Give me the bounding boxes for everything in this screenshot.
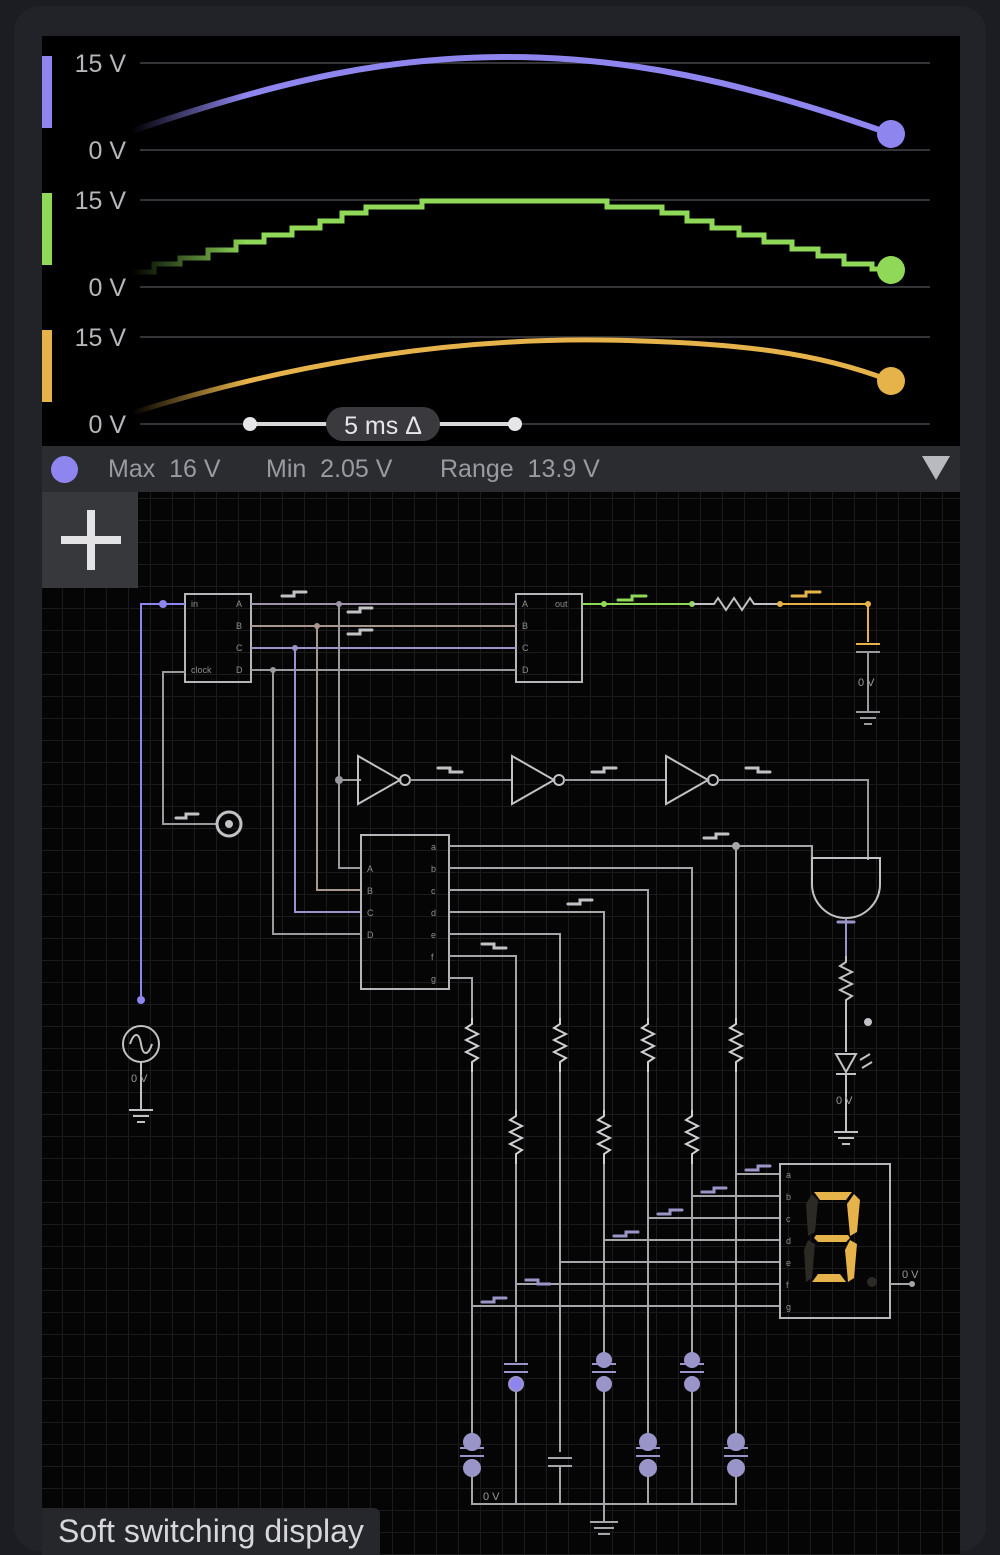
plus-icon-vertical — [87, 510, 95, 570]
stat-range: Range 13.9 V — [440, 455, 600, 483]
channel-2-probe-dot[interactable] — [877, 256, 905, 284]
decoder-out-b: b — [431, 864, 436, 874]
ch2-top-label: 15 V — [75, 187, 127, 215]
ground-bus — [471, 1392, 737, 1535]
decoder-out-d: d — [431, 908, 436, 918]
channel-2-trace — [132, 198, 891, 275]
ground-label-dac: 0 V — [858, 677, 875, 689]
counter-c-label: C — [236, 643, 243, 653]
counter-a-label: A — [236, 599, 242, 609]
dac-b-label: B — [522, 621, 528, 631]
display-in-g: g — [786, 1302, 791, 1312]
collapse-triangle-icon[interactable] — [922, 456, 950, 480]
dac-d-label: D — [522, 665, 529, 675]
decoder-in-a: A — [367, 864, 373, 874]
decoder-out-g: g — [431, 974, 436, 984]
time-scale-slider[interactable]: 5 ms Δ — [243, 407, 522, 441]
channel-3-marker[interactable] — [42, 330, 52, 402]
counter-dac-bus — [251, 601, 516, 673]
dac-out-label: out — [555, 599, 568, 609]
display-in-f: f — [786, 1280, 789, 1290]
decoder-out-a: a — [431, 842, 436, 852]
dac-c-label: C — [522, 643, 529, 653]
channel-1-marker[interactable] — [42, 56, 52, 128]
circuit-title-bar: Soft switching display — [42, 1508, 380, 1555]
ground-label-source: 0 V — [131, 1073, 148, 1085]
circuit-canvas[interactable]: in clock A B C D A B C D out A B C D a b… — [42, 492, 960, 1555]
ch1-bottom-label: 0 V — [88, 137, 126, 165]
counter-in-label: in — [191, 599, 198, 609]
display-in-a: a — [786, 1170, 791, 1180]
stat-max: Max 16 V — [108, 455, 221, 483]
ch2-bottom-label: 0 V — [88, 274, 126, 302]
decoder-out-c: c — [431, 886, 436, 896]
counter-clock-label: clock — [191, 665, 212, 675]
time-scale-label: 5 ms Δ — [344, 412, 422, 440]
display-segments — [804, 1192, 877, 1287]
display-in-b: b — [786, 1192, 791, 1202]
source-wires — [137, 600, 185, 1004]
ch1-top-label: 15 V — [75, 50, 127, 78]
counter-b-label: B — [236, 621, 242, 631]
measurement-bar: Max 16 V Min 2.05 V Range 13.9 V — [42, 446, 960, 492]
decoder-in-c: C — [367, 908, 374, 918]
segment-wires — [449, 842, 813, 1110]
decoder-bus — [272, 604, 361, 935]
decoder-in-b: B — [367, 886, 373, 896]
circuit-title: Soft switching display — [58, 1513, 364, 1549]
decoder-in-d: D — [367, 930, 374, 940]
display-in-c: c — [786, 1214, 791, 1224]
probe-color-dot[interactable] — [51, 456, 78, 483]
stat-min: Min 2.05 V — [266, 455, 393, 483]
clock-switch[interactable] — [215, 810, 243, 838]
ch3-bottom-label: 0 V — [88, 411, 126, 439]
add-component-button[interactable] — [42, 492, 138, 588]
oscilloscope-panel[interactable]: 15 V 0 V 15 V 0 V 15 V 0 V 5 ms Δ — [42, 36, 960, 446]
channel-3-probe-dot[interactable] — [877, 367, 905, 395]
ch3-top-label: 15 V — [75, 324, 127, 352]
channel-2-marker[interactable] — [42, 193, 52, 265]
dac-a-label: A — [522, 599, 528, 609]
channel-1-trace — [129, 53, 894, 137]
dac-output-network[interactable] — [582, 596, 880, 725]
ground-label-display: 0 V — [902, 1269, 919, 1281]
channel-1-probe-dot[interactable] — [877, 120, 905, 148]
decoder-out-e: e — [431, 930, 436, 940]
display-in-e: e — [786, 1258, 791, 1268]
decoder-out-f: f — [431, 952, 434, 962]
clock-wire — [162, 671, 218, 825]
display-in-d: d — [786, 1236, 791, 1246]
counter-d-label: D — [236, 665, 243, 675]
channel-3-trace — [129, 337, 894, 416]
ground-label-led: 0 V — [836, 1095, 853, 1107]
ground-label-bottom: 0 V — [483, 1491, 500, 1503]
